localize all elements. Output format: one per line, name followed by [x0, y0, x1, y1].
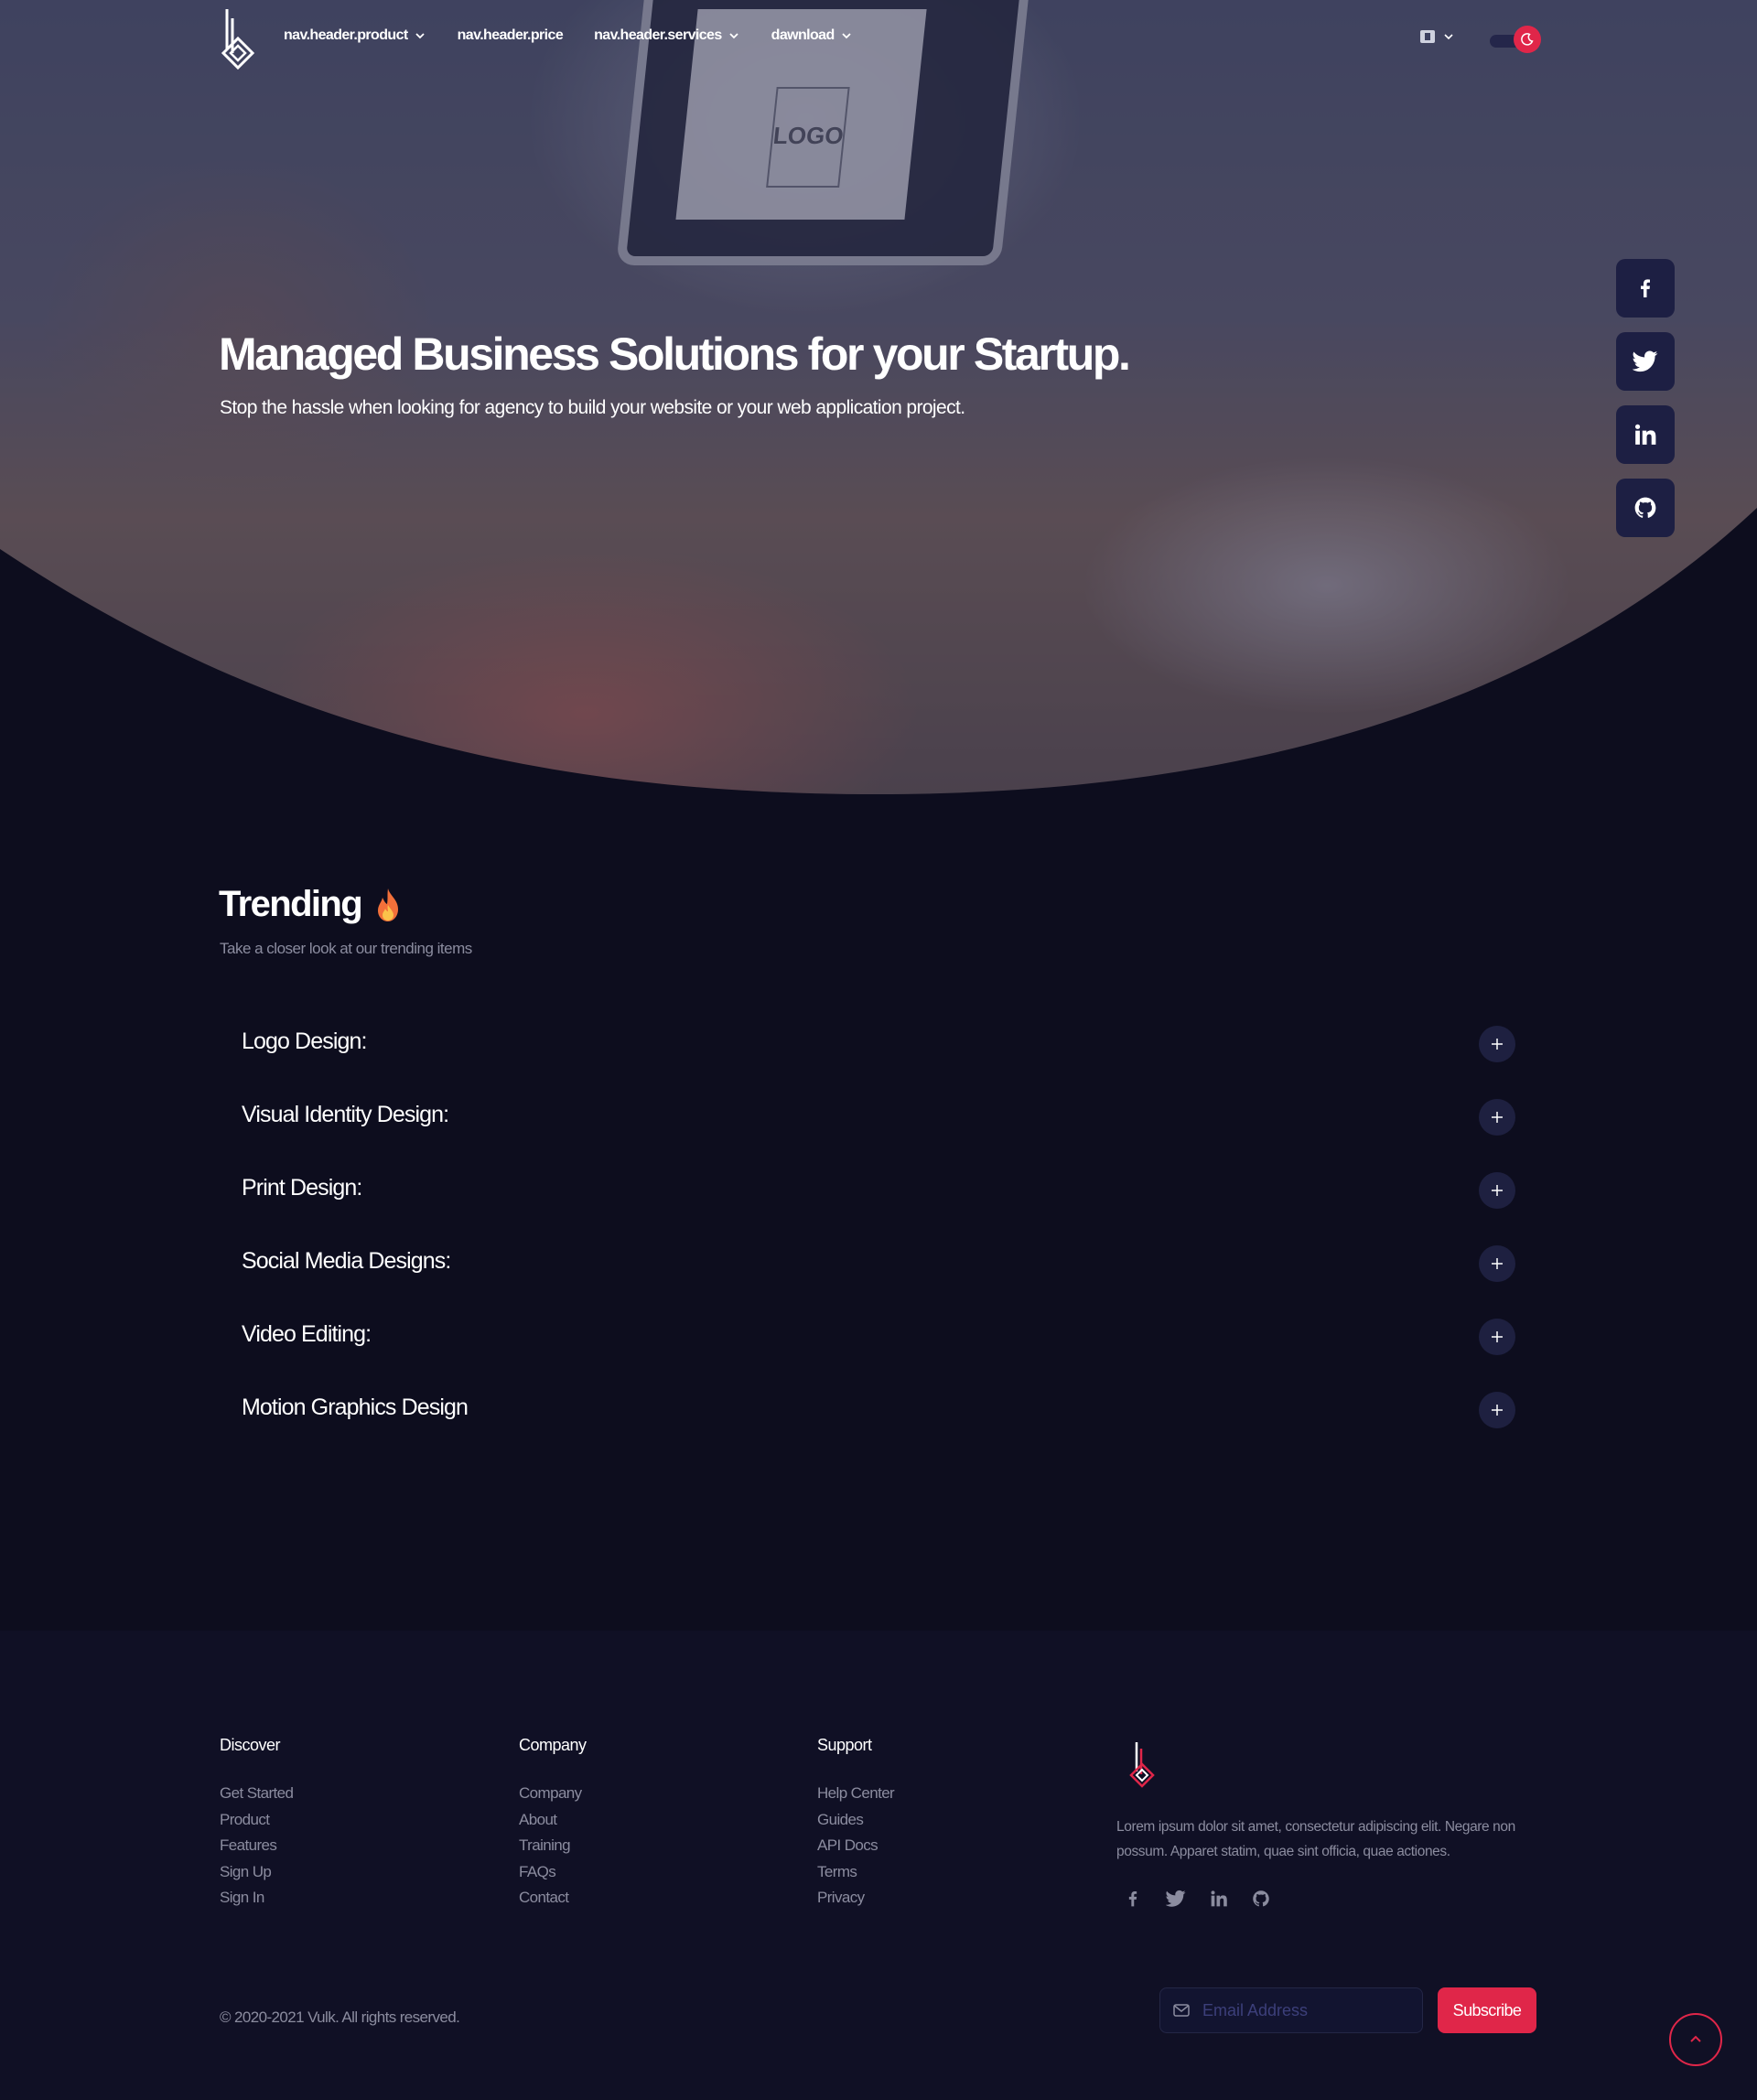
moon-icon: [1521, 33, 1534, 46]
footer-link[interactable]: Help Center: [817, 1781, 895, 1807]
footer-linkedin-link[interactable]: [1210, 1890, 1228, 1908]
brand-logo[interactable]: [218, 5, 258, 71]
footer-link[interactable]: Features: [220, 1833, 293, 1859]
expand-button[interactable]: [1479, 1319, 1515, 1355]
footer-column-heading: Company: [519, 1736, 587, 1754]
nav-item-services[interactable]: nav.header.services: [594, 27, 740, 44]
footer-link[interactable]: Terms: [817, 1859, 894, 1886]
fire-icon: [378, 888, 399, 921]
chevron-down-icon: [842, 33, 851, 39]
chevron-down-icon: [1444, 34, 1453, 40]
twitter-icon: [1166, 1890, 1186, 1907]
brand-logo-icon: [221, 9, 255, 70]
footer-column-discover: Discover Get Started Product Features Si…: [220, 1736, 294, 1912]
expand-button[interactable]: [1479, 1172, 1515, 1209]
footer-about: Lorem ipsum dolor sit amet, consectetur …: [1116, 1740, 1519, 1908]
footer-column-support: Support Help Center Guides API Docs Term…: [817, 1736, 895, 1912]
accordion-item-label: Video Editing:: [242, 1320, 372, 1347]
footer-facebook-link[interactable]: [1124, 1890, 1142, 1908]
accordion-item[interactable]: Motion Graphics Design: [242, 1370, 1515, 1443]
flag-icon: [1420, 30, 1435, 43]
accordion-item-label: Visual Identity Design:: [242, 1101, 449, 1127]
plus-icon: [1492, 1112, 1503, 1123]
footer-link[interactable]: Get Started: [220, 1781, 294, 1807]
hero-section: LOGO Managed Business Solutions for your…: [0, 0, 1757, 796]
footer-link[interactable]: Product: [220, 1807, 293, 1834]
footer-brand-logo-icon: [1129, 1742, 1155, 1788]
expand-button[interactable]: [1479, 1099, 1515, 1136]
expand-button[interactable]: [1479, 1026, 1515, 1062]
accordion-item[interactable]: Video Editing:: [242, 1297, 1515, 1370]
accordion-item-label: Print Design:: [242, 1174, 362, 1201]
copyright-text: © 2020-2021 Vulk. All rights reserved.: [220, 2008, 460, 2026]
toggle-knob: [1514, 26, 1541, 53]
footer-twitter-link[interactable]: [1166, 1890, 1186, 1908]
hero-title: Managed Business Solutions for your Star…: [219, 328, 1131, 380]
trending-accordion: Logo Design: Visual Identity Design: Pri…: [242, 1004, 1515, 1443]
footer-link[interactable]: FAQs: [519, 1859, 587, 1886]
twitter-icon: [1633, 350, 1658, 372]
footer-link[interactable]: Privacy: [817, 1885, 894, 1912]
social-sidebar: [1616, 259, 1675, 537]
footer-link[interactable]: API Docs: [817, 1833, 894, 1859]
github-button[interactable]: [1616, 479, 1675, 537]
footer: Discover Get Started Product Features Si…: [0, 1631, 1757, 2100]
github-icon: [1253, 1890, 1269, 1907]
nav-item-download[interactable]: dawnload: [771, 27, 853, 44]
accordion-item-label: Motion Graphics Design: [242, 1394, 469, 1420]
trending-subtitle: Take a closer look at our trending items: [220, 940, 472, 957]
footer-link[interactable]: Contact: [519, 1885, 587, 1912]
linkedin-icon: [1634, 424, 1656, 445]
facebook-icon: [1641, 279, 1650, 297]
footer-column-company: Company Company About Training FAQs Cont…: [519, 1736, 587, 1912]
language-selector[interactable]: [1420, 30, 1455, 43]
accordion-item-label: Social Media Designs:: [242, 1247, 451, 1274]
footer-column-heading: Support: [817, 1736, 872, 1754]
github-icon: [1634, 497, 1656, 518]
accordion-item-label: Logo Design:: [242, 1028, 367, 1054]
footer-github-link[interactable]: [1252, 1890, 1270, 1908]
expand-button[interactable]: [1479, 1245, 1515, 1282]
footer-social-links: [1116, 1890, 1519, 1908]
plus-icon: [1492, 1185, 1503, 1196]
footer-link[interactable]: Company: [519, 1781, 587, 1807]
plus-icon: [1492, 1258, 1503, 1269]
footer-link[interactable]: Sign In: [220, 1885, 293, 1912]
trending-heading: Trending: [219, 884, 404, 925]
twitter-button[interactable]: [1616, 332, 1675, 391]
scroll-to-top-button[interactable]: [1669, 2013, 1722, 2066]
accordion-item[interactable]: Visual Identity Design:: [242, 1077, 1515, 1150]
chevron-up-icon: [1690, 2035, 1701, 2042]
plus-icon: [1492, 1039, 1503, 1050]
nav-item-product[interactable]: nav.header.product: [284, 27, 426, 44]
hero-subtitle: Stop the hassle when looking for agency …: [220, 397, 965, 418]
subscribe-button[interactable]: Subscribe: [1438, 1987, 1536, 2033]
top-navigation: nav.header.product nav.header.price nav.…: [0, 0, 1757, 77]
mail-icon: [1173, 2004, 1190, 2017]
linkedin-icon: [1211, 1890, 1227, 1907]
newsletter-email-field: [1159, 1987, 1423, 2033]
plus-icon: [1492, 1331, 1503, 1342]
accordion-item[interactable]: Print Design:: [242, 1150, 1515, 1223]
footer-about-text: Lorem ipsum dolor sit amet, consectetur …: [1116, 1819, 1515, 1859]
footer-link[interactable]: Sign Up: [220, 1859, 293, 1886]
chevron-down-icon: [729, 33, 738, 39]
accordion-item[interactable]: Logo Design:: [242, 1004, 1515, 1077]
facebook-icon: [1128, 1891, 1137, 1907]
nav-item-price[interactable]: nav.header.price: [458, 27, 564, 44]
footer-column-heading: Discover: [220, 1736, 281, 1754]
chevron-down-icon: [415, 33, 425, 39]
expand-button[interactable]: [1479, 1392, 1515, 1428]
theme-toggle[interactable]: [1488, 26, 1541, 53]
footer-link[interactable]: Training: [519, 1833, 587, 1859]
plus-icon: [1492, 1405, 1503, 1416]
linkedin-button[interactable]: [1616, 405, 1675, 464]
facebook-button[interactable]: [1616, 259, 1675, 318]
accordion-item[interactable]: Social Media Designs:: [242, 1223, 1515, 1297]
email-input[interactable]: [1202, 2000, 1404, 2020]
main-menu: nav.header.product nav.header.price nav.…: [284, 27, 853, 44]
footer-link[interactable]: About: [519, 1807, 587, 1834]
footer-link[interactable]: Guides: [817, 1807, 894, 1834]
